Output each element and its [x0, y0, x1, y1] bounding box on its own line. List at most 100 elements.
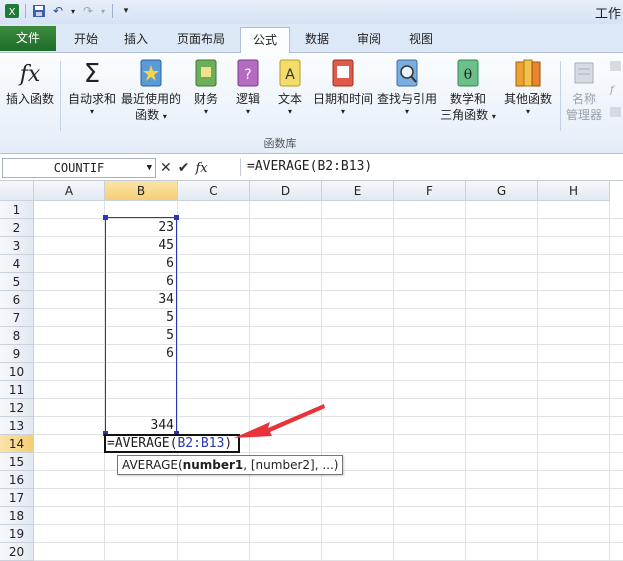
range-handle-top-right[interactable] — [174, 215, 179, 220]
ribbon-formulas: fx 插入函数 Σ 自动求和 ▾ 最近使用的 函数 ▾ 财务 ▾ ? 逻辑 ▾ … — [0, 53, 623, 154]
column-header-c[interactable]: C — [178, 181, 250, 201]
financial-button[interactable]: 财务 ▾ — [188, 57, 224, 117]
cancel-icon[interactable]: ✕ — [160, 160, 172, 176]
quick-access-toolbar: X ↶ ▾ ↷ ▾ ▾ — [4, 3, 134, 19]
datetime-button[interactable]: 日期和时间 ▾ — [312, 57, 374, 117]
name-manager-icon — [569, 57, 599, 89]
range-handle-top-left[interactable] — [103, 215, 108, 220]
star-book-icon — [136, 57, 166, 89]
tab-file[interactable]: 文件 — [0, 26, 56, 51]
tab-data[interactable]: 数据 — [296, 27, 338, 51]
row-header-19[interactable]: 19 — [0, 525, 34, 543]
logical-label: 逻辑 — [235, 92, 260, 106]
row-header-14[interactable]: 14 — [0, 435, 34, 453]
logical-button[interactable]: ? 逻辑 ▾ — [230, 57, 266, 117]
insert-function-fx-icon[interactable]: fx — [195, 161, 207, 176]
row-header-6[interactable]: 6 — [0, 291, 34, 309]
tab-page-layout[interactable]: 页面布局 — [170, 27, 232, 51]
row-header-7[interactable]: 7 — [0, 309, 34, 327]
column-header-d[interactable]: D — [250, 181, 322, 201]
recent-dropdown-icon[interactable]: ▾ — [163, 112, 167, 121]
ribbon-tabs: 文件 开始 插入 页面布局 公式 数据 审阅 视图 — [0, 24, 623, 53]
recent-functions-label-2: 函数 — [135, 108, 160, 122]
undo-icon[interactable]: ↶ — [50, 3, 66, 19]
autosum-button[interactable]: Σ 自动求和 ▾ — [66, 57, 118, 117]
row-header-3[interactable]: 3 — [0, 237, 34, 255]
row-header-15[interactable]: 15 — [0, 453, 34, 471]
gridline-row — [34, 542, 623, 543]
formula-bar: COUNTIF ▼ ✕ ✔ fx =AVERAGE(B2:B13) — [0, 156, 623, 181]
tab-view[interactable]: 视图 — [400, 27, 442, 51]
column-header-f[interactable]: F — [394, 181, 466, 201]
recent-functions-button[interactable]: 最近使用的 函数 ▾ — [120, 57, 182, 125]
excel-logo-icon: X — [4, 3, 20, 19]
column-header-e[interactable]: E — [322, 181, 394, 201]
column-header-b[interactable]: B — [105, 181, 178, 201]
row-header-20[interactable]: 20 — [0, 543, 34, 561]
calendar-book-icon — [328, 57, 358, 89]
autosum-label: 自动求和 — [67, 92, 116, 106]
row-header-13[interactable]: 13 — [0, 417, 34, 435]
save-icon[interactable] — [31, 3, 47, 19]
more-functions-button[interactable]: 其他函数 ▾ — [500, 57, 556, 117]
tab-formulas[interactable]: 公式 — [240, 27, 290, 53]
row-header-1[interactable]: 1 — [0, 201, 34, 219]
ribbon-separator — [560, 61, 561, 131]
row-header-10[interactable]: 10 — [0, 363, 34, 381]
row-header-18[interactable]: 18 — [0, 507, 34, 525]
row-header-11[interactable]: 11 — [0, 381, 34, 399]
function-argument-tooltip[interactable]: AVERAGE(number1, [number2], ...) — [117, 455, 344, 475]
define-name-icons-partial[interactable]: f — [608, 59, 623, 129]
math-dropdown-icon[interactable]: ▾ — [492, 112, 496, 121]
name-manager-button[interactable]: 名称 管理器 — [562, 57, 606, 123]
row-header-16[interactable]: 16 — [0, 471, 34, 489]
row-header-9[interactable]: 9 — [0, 345, 34, 363]
tab-insert[interactable]: 插入 — [116, 27, 156, 51]
financial-dropdown-icon[interactable]: ▾ — [188, 107, 224, 117]
svg-text:θ: θ — [464, 67, 472, 83]
row-header-17[interactable]: 17 — [0, 489, 34, 507]
name-box[interactable]: COUNTIF ▼ — [2, 158, 156, 178]
row-header-5[interactable]: 5 — [0, 273, 34, 291]
column-header-a[interactable]: A — [34, 181, 105, 201]
undo-dropdown-icon[interactable]: ▾ — [69, 3, 77, 19]
datetime-dropdown-icon[interactable]: ▾ — [312, 107, 374, 117]
qat-separator — [25, 4, 26, 18]
more-functions-label: 其他函数 — [503, 92, 552, 106]
redo-dropdown-icon[interactable]: ▾ — [99, 3, 107, 19]
math-trig-button[interactable]: θ 数学和 三角函数 ▾ — [440, 57, 496, 125]
recent-functions-label-1: 最近使用的 — [120, 92, 181, 106]
row-header-2[interactable]: 2 — [0, 219, 34, 237]
autosum-dropdown-icon[interactable]: ▾ — [66, 107, 118, 117]
gridline-col — [393, 201, 394, 561]
text-label: 文本 — [277, 92, 302, 106]
column-header-h[interactable]: H — [538, 181, 610, 201]
tooltip-rest: , [number2], ...) — [243, 458, 339, 472]
column-header-g[interactable]: G — [466, 181, 538, 201]
text-dropdown-icon[interactable]: ▾ — [272, 107, 308, 117]
theta-book-icon: θ — [453, 57, 483, 89]
logical-dropdown-icon[interactable]: ▾ — [230, 107, 266, 117]
title-bar: X ↶ ▾ ↷ ▾ ▾ 工作 — [0, 0, 623, 24]
math-label-1: 数学和 — [449, 92, 486, 106]
insert-function-button[interactable]: fx 插入函数 — [4, 57, 56, 107]
row-header-8[interactable]: 8 — [0, 327, 34, 345]
lookup-button[interactable]: 查找与引用 ▾ — [376, 57, 438, 117]
enter-check-icon[interactable]: ✔ — [178, 160, 190, 176]
editing-cell-b14[interactable]: =AVERAGE(B2:B13) — [104, 434, 240, 453]
tab-home[interactable]: 开始 — [66, 27, 106, 51]
redo-icon[interactable]: ↷ — [80, 3, 96, 19]
gridline-col — [321, 201, 322, 561]
worksheet-grid[interactable]: A B C D E F G H 1 2 3 4 5 6 7 8 9 10 11 12 13 14 15 16 17 18 19 20 2… — [0, 181, 623, 561]
more-dropdown-icon[interactable]: ▾ — [500, 107, 556, 117]
row-header-4[interactable]: 4 — [0, 255, 34, 273]
select-all-corner[interactable] — [0, 181, 34, 201]
name-box-dropdown-icon[interactable]: ▼ — [147, 159, 152, 177]
gridline-col — [537, 201, 538, 561]
text-button[interactable]: A 文本 ▾ — [272, 57, 308, 117]
lookup-dropdown-icon[interactable]: ▾ — [376, 107, 438, 117]
formula-input[interactable]: =AVERAGE(B2:B13) — [240, 158, 620, 176]
tab-review[interactable]: 审阅 — [348, 27, 390, 51]
row-header-12[interactable]: 12 — [0, 399, 34, 417]
customize-qat-icon[interactable]: ▾ — [118, 3, 134, 19]
